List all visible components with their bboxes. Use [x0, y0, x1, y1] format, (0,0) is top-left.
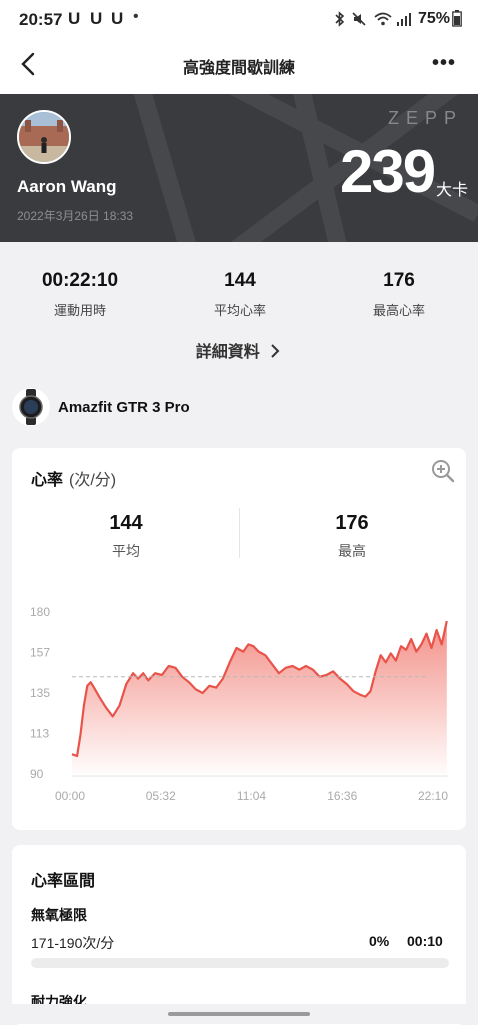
- page-title: 高強度間歇訓練: [182, 60, 295, 77]
- mute-icon: [351, 11, 367, 30]
- chevron-right-icon: [271, 344, 280, 358]
- duration-value: 00:22:10: [41, 270, 119, 291]
- watch-icon: [12, 388, 50, 426]
- y-tick-label: 157: [30, 646, 50, 660]
- y-tick-label: 135: [30, 686, 50, 700]
- details-label: 詳細資料: [195, 344, 260, 361]
- max-hr-value: 176: [383, 270, 415, 291]
- zone-range: 171-190次/分: [31, 935, 115, 951]
- status-bar: 20:57 U U U • 75%: [0, 0, 478, 40]
- device-name: Amazfit GTR 3 Pro: [58, 399, 190, 416]
- workout-header: Aaron Wang 2022年3月26日 18:33 ZEPP 239 大卡: [0, 94, 478, 242]
- hr-area: [72, 621, 447, 774]
- x-tick-label: 22:10: [418, 789, 448, 803]
- zone-name: 無氧極限: [31, 907, 87, 923]
- avatar[interactable]: [17, 110, 71, 164]
- workout-datetime: 2022年3月26日 18:33: [17, 209, 134, 223]
- y-tick-label: 180: [30, 605, 50, 619]
- heart-rate-card: 心率 (次/分) 144 平均 176 最高 180 157 135 113 90 00:0…: [12, 448, 466, 830]
- zone-percent: 0%: [369, 933, 390, 949]
- notification-icon: U: [90, 9, 103, 28]
- notification-icon: U: [68, 9, 81, 28]
- max-hr-stat: 176 最高心率: [329, 270, 469, 319]
- duration-label: 運動用時: [53, 303, 106, 318]
- calories-unit: 大卡: [436, 182, 469, 199]
- x-tick-label: 16:36: [327, 789, 357, 803]
- app-bar: 高強度間歇訓練 •••: [0, 40, 478, 94]
- wifi-icon: [373, 11, 393, 30]
- notification-icon: U: [111, 9, 124, 28]
- max-hr-label: 最高心率: [372, 303, 425, 318]
- y-tick-label: 113: [30, 727, 49, 741]
- y-tick-label: 90: [30, 767, 44, 781]
- x-tick-label: 11:04: [237, 789, 266, 803]
- status-time: 20:57: [19, 10, 63, 29]
- more-options-button[interactable]: •••: [432, 52, 456, 75]
- brand-logo: ZEPP: [388, 108, 464, 128]
- summary-section: 00:22:10 運動用時 144 平均心率 176 最高心率 詳細資料: [0, 242, 478, 392]
- avg-hr-label: 平均心率: [213, 303, 266, 318]
- hr-zones-card: 心率區間 無氧極限 171-190次/分 0% 00:10 耐力強化: [12, 845, 466, 1025]
- user-photo: [19, 112, 69, 162]
- x-tick-label: 05:32: [146, 789, 176, 803]
- zone-progress-bar: [31, 958, 449, 968]
- avg-hr-stat: 144 平均心率: [170, 270, 310, 319]
- bluetooth-icon: [334, 11, 346, 30]
- heart-rate-chart[interactable]: 180 157 135 113 90 00:00 05:32 11:04 16:36 22:10: [12, 448, 466, 830]
- user-name: Aaron Wang: [17, 177, 117, 196]
- gesture-nav-bar: [0, 1004, 478, 1024]
- home-gesture-handle[interactable]: [168, 1012, 310, 1016]
- zones-title: 心率區間: [31, 873, 96, 890]
- battery-percent: 75%: [418, 10, 451, 27]
- signal-icon: [396, 11, 412, 30]
- more-notifications-dot: •: [133, 8, 139, 25]
- avg-hr-value: 144: [224, 270, 256, 291]
- duration-stat: 00:22:10 運動用時: [10, 270, 150, 319]
- zone-time: 00:10: [407, 933, 443, 949]
- calories-value: 239: [340, 138, 436, 205]
- battery-icon: [452, 10, 462, 30]
- details-link[interactable]: 詳細資料: [0, 338, 478, 362]
- x-tick-label: 00:00: [55, 789, 85, 803]
